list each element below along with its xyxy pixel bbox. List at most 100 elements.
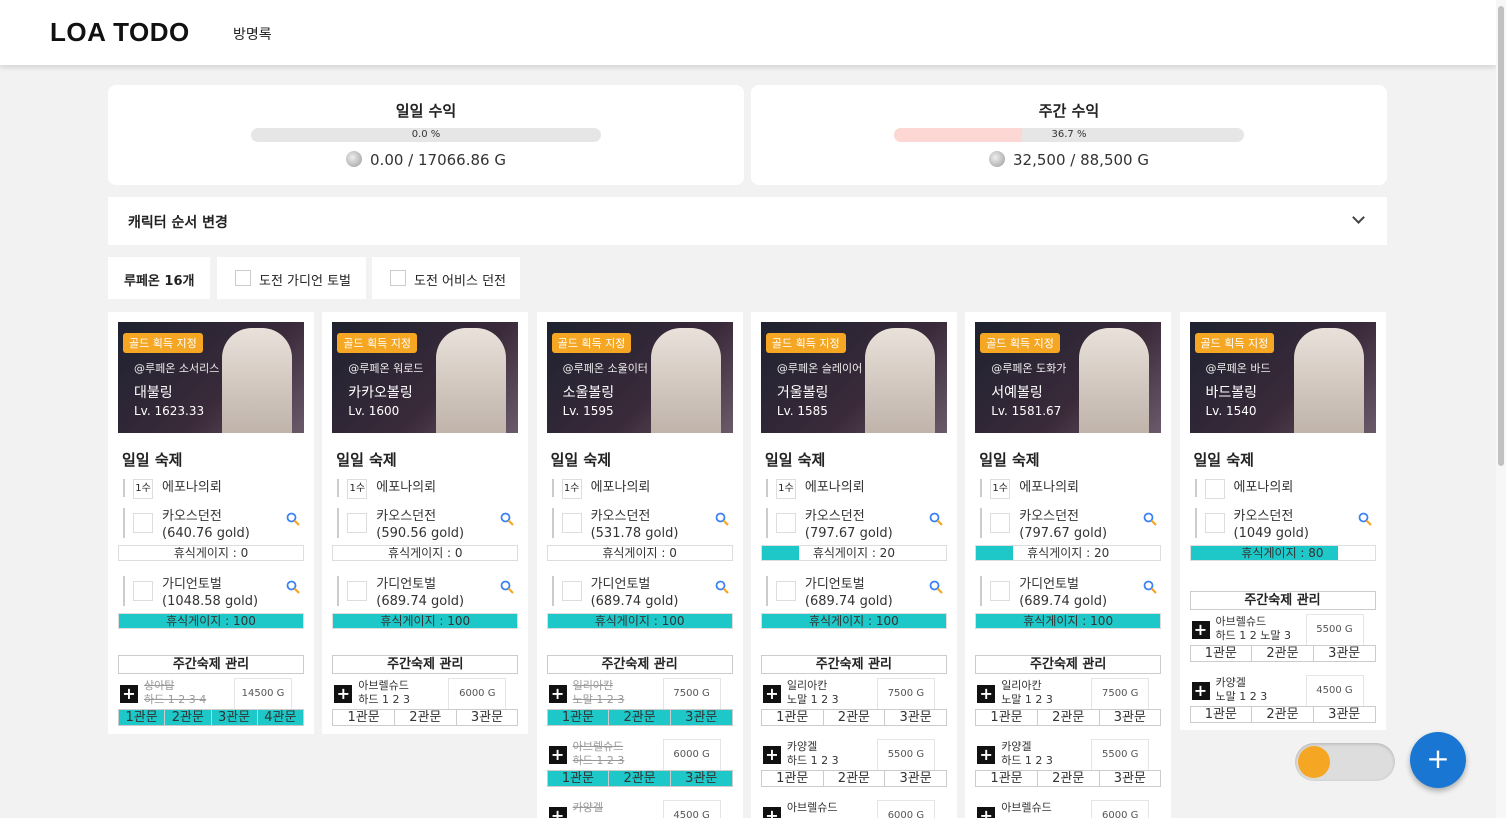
raid-gate-button[interactable]: 4관문 — [257, 710, 303, 725]
server-filter-chip[interactable]: 루페온 16개 — [108, 257, 210, 299]
scrollbar-thumb[interactable] — [1498, 6, 1504, 466]
chaos-checkbox[interactable] — [1204, 513, 1225, 533]
raid-gate-button[interactable]: 2관문 — [609, 710, 671, 725]
raid-gate-button[interactable]: 3관문 — [211, 710, 258, 725]
search-icon[interactable] — [286, 580, 300, 594]
raid-gate-button[interactable]: 3관문 — [670, 771, 732, 786]
epona-checkbox[interactable]: 1수 — [133, 479, 153, 499]
gold-tag-badge[interactable]: 골드 획득 지정 — [551, 333, 632, 353]
plus-icon[interactable]: + — [762, 807, 781, 818]
chaos-checkbox[interactable] — [775, 513, 796, 533]
plus-icon[interactable]: + — [977, 685, 996, 703]
weekly-section-title[interactable]: 주간숙제 관리 — [118, 655, 304, 674]
raid-gate-button[interactable]: 2관문 — [1038, 710, 1100, 725]
page-scrollbar[interactable] — [1496, 0, 1506, 818]
search-icon[interactable] — [929, 580, 943, 594]
raid-gate-button[interactable]: 1관문 — [1191, 646, 1253, 661]
weekly-raid-gold: 7500 G — [876, 678, 935, 710]
raid-gate-button[interactable]: 3관문 — [885, 710, 946, 725]
plus-icon[interactable]: + — [120, 685, 138, 703]
plus-icon[interactable]: + — [548, 746, 567, 764]
raid-gate-button[interactable]: 2관문 — [1252, 646, 1314, 661]
epona-checkbox[interactable]: 1수 — [561, 479, 582, 499]
plus-icon[interactable]: + — [1191, 682, 1210, 700]
daily-income-percent: 0.0 % — [411, 129, 441, 140]
raid-gate-button[interactable]: 1관문 — [976, 710, 1038, 725]
search-icon[interactable] — [1143, 512, 1157, 526]
guardian-checkbox[interactable] — [133, 581, 153, 601]
weekly-section-title[interactable]: 주간숙제 관리 — [975, 655, 1162, 674]
search-icon[interactable] — [1143, 580, 1157, 594]
plus-icon[interactable]: + — [1191, 621, 1210, 639]
raid-gate-button[interactable]: 3관문 — [1314, 707, 1375, 722]
epona-checkbox[interactable]: 1수 — [347, 479, 368, 499]
raid-gate-button[interactable]: 1관문 — [333, 710, 395, 725]
plus-icon[interactable]: + — [548, 685, 567, 703]
plus-icon[interactable]: + — [762, 746, 781, 764]
guardian-checkbox[interactable] — [347, 581, 368, 601]
raid-gate-button[interactable]: 1관문 — [119, 710, 166, 725]
raid-gate-button[interactable]: 2관문 — [165, 710, 212, 725]
search-icon[interactable] — [715, 580, 729, 594]
gold-tag-badge[interactable]: 골드 획득 지정 — [123, 333, 203, 353]
guardian-checkbox[interactable] — [990, 581, 1011, 601]
guardian-checkbox[interactable] — [775, 581, 796, 601]
chaos-checkbox[interactable] — [561, 513, 582, 533]
search-icon[interactable] — [1358, 512, 1372, 526]
chaos-checkbox[interactable] — [133, 513, 153, 533]
weekly-section-title[interactable]: 주간숙제 관리 — [332, 655, 519, 674]
raid-gate-button[interactable]: 2관문 — [1038, 771, 1100, 786]
guardian-challenge-toggle[interactable]: 도전 가디언 토벌 — [217, 257, 366, 299]
gold-tag-badge[interactable]: 골드 획득 지정 — [980, 333, 1060, 353]
raid-gate-button[interactable]: 1관문 — [762, 771, 824, 786]
epona-checkbox[interactable]: 1수 — [990, 479, 1011, 499]
raid-gate-button[interactable]: 1관문 — [547, 710, 610, 725]
weekly-section-title[interactable]: 주간숙제 관리 — [546, 655, 733, 674]
search-icon[interactable] — [500, 580, 515, 594]
search-icon[interactable] — [715, 512, 729, 526]
raid-gate-button[interactable]: 2관문 — [395, 710, 457, 725]
weekly-section-title[interactable]: 주간숙제 관리 — [760, 655, 947, 674]
raid-gate-button[interactable]: 2관문 — [824, 771, 886, 786]
raid-gate-button[interactable]: 1관문 — [976, 771, 1038, 786]
raid-gate-button[interactable]: 1관문 — [762, 710, 824, 725]
raid-gate-button[interactable]: 3관문 — [1100, 771, 1161, 786]
plus-icon[interactable]: + — [977, 807, 996, 818]
search-icon[interactable] — [500, 512, 515, 526]
plus-icon[interactable]: + — [548, 807, 567, 818]
guardian-challenge-checkbox[interactable] — [235, 270, 251, 286]
raid-gate-button[interactable]: 2관문 — [609, 771, 671, 786]
raid-gate-button[interactable]: 1관문 — [547, 771, 610, 786]
search-icon[interactable] — [929, 512, 943, 526]
gold-tag-badge[interactable]: 골드 획득 지정 — [1194, 333, 1275, 353]
raid-gate-button[interactable]: 2관문 — [1252, 707, 1314, 722]
theme-toggle-switch[interactable] — [1295, 743, 1395, 781]
raid-gate-button[interactable]: 1관문 — [1191, 707, 1253, 722]
chaos-checkbox[interactable] — [990, 513, 1011, 533]
raid-gate-button[interactable]: 3관문 — [1314, 646, 1375, 661]
raid-gate-button[interactable]: 3관문 — [670, 710, 732, 725]
plus-icon[interactable]: + — [977, 746, 996, 764]
gold-tag-badge[interactable]: 골드 획득 지정 — [337, 333, 418, 353]
guardian-checkbox[interactable] — [561, 581, 582, 601]
weekly-section-title[interactable]: 주간숙제 관리 — [1189, 591, 1376, 610]
raid-gate-button[interactable]: 2관문 — [824, 710, 886, 725]
epona-checkbox[interactable] — [1204, 479, 1225, 499]
add-button[interactable]: + — [1410, 732, 1466, 788]
character-order-accordion[interactable]: 캐릭터 순서 변경 — [108, 197, 1387, 245]
search-icon[interactable] — [286, 512, 300, 526]
abyss-challenge-checkbox[interactable] — [390, 270, 406, 286]
gold-tag-badge[interactable]: 골드 획득 지정 — [765, 333, 846, 353]
plus-icon[interactable]: + — [762, 685, 781, 703]
raid-gate-button[interactable]: 3관문 — [457, 710, 518, 725]
chaos-checkbox[interactable] — [347, 513, 368, 533]
raid-gate-button[interactable]: 3관문 — [1100, 710, 1161, 725]
epona-checkbox[interactable]: 1수 — [775, 479, 796, 499]
nav-guestbook-link[interactable]: 방명록 — [233, 24, 272, 44]
guardian-label: 가디언토벌 (1048.58 gold) — [162, 577, 259, 609]
chevron-down-icon[interactable] — [1352, 211, 1365, 224]
abyss-challenge-toggle[interactable]: 도전 어비스 던전 — [372, 257, 520, 299]
app-logo[interactable]: LOA TODO — [50, 17, 190, 48]
raid-gate-button[interactable]: 3관문 — [885, 771, 946, 786]
plus-icon[interactable]: + — [334, 685, 353, 703]
